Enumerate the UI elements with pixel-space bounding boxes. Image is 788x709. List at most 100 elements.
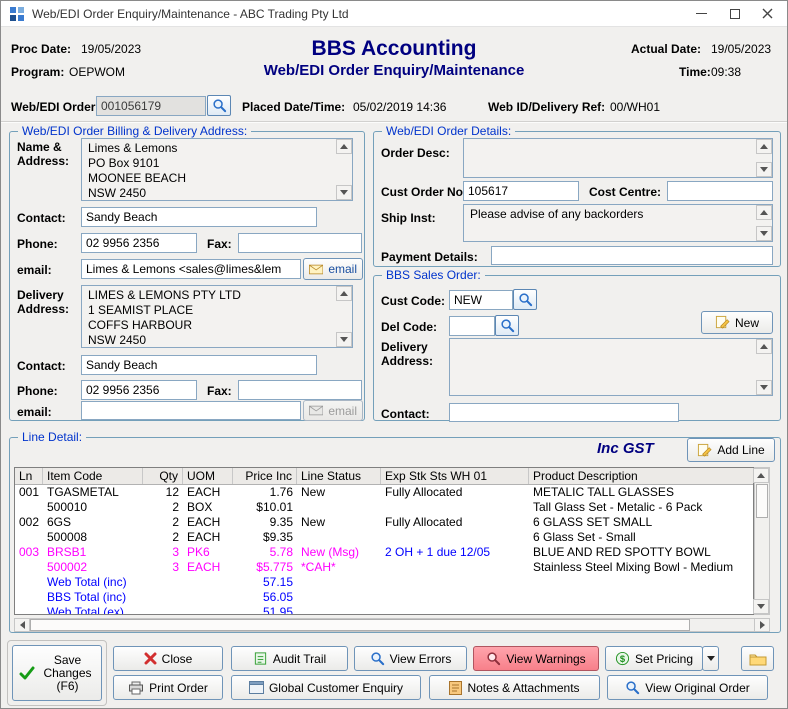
scrollbar-thumb[interactable] [756, 484, 768, 518]
cost-centre-label: Cost Centre: [589, 185, 661, 199]
cust-order-no-input[interactable] [463, 181, 579, 201]
scroll-down-button[interactable] [336, 332, 352, 347]
global-customer-enquiry-label: Global Customer Enquiry [269, 681, 403, 695]
cell-ln [15, 530, 43, 545]
del-code-search-button[interactable] [495, 315, 519, 336]
billing-fax-label: Fax: [207, 237, 232, 251]
save-check-icon [19, 665, 35, 681]
billing-contact-input[interactable] [81, 207, 317, 227]
close-label: Close [162, 652, 193, 666]
billing-address-line: Limes & Lemons [88, 141, 332, 156]
close-button[interactable]: Close [113, 646, 223, 671]
webedi-order-input[interactable] [96, 96, 206, 116]
billing-name-address-box[interactable]: Limes & Lemons PO Box 9101 MOONEE BEACH … [81, 138, 353, 201]
scroll-up-button[interactable] [756, 339, 772, 354]
order-desc-box[interactable] [463, 138, 773, 178]
table-row[interactable]: 001 TGASMETAL 12 EACH 1.76 New Fully All… [15, 485, 753, 500]
billing-contact-label: Contact: [17, 211, 66, 225]
table-row[interactable]: 500008 2 EACH $9.35 6 Glass Set - Small [15, 530, 753, 545]
webid-label: Web ID/Delivery Ref: [488, 100, 605, 114]
billing-phone-input[interactable] [81, 233, 197, 253]
billing-address-line: NSW 2450 [88, 186, 332, 201]
maximize-button[interactable] [719, 1, 751, 26]
scroll-down-button[interactable] [753, 599, 769, 614]
open-folder-button[interactable] [741, 646, 774, 671]
scroll-down-button[interactable] [336, 185, 352, 200]
delivery-email-button[interactable]: email [303, 400, 363, 421]
cell-uom: EACH [183, 560, 233, 575]
view-errors-button[interactable]: View Errors [354, 646, 467, 671]
cell-uom: EACH [183, 485, 233, 500]
save-changes-button[interactable]: Save Changes (F6) [12, 645, 102, 701]
table-row[interactable]: 500010 2 BOX $10.01 Tall Glass Set - Met… [15, 500, 753, 515]
set-pricing-button[interactable]: $ Set Pricing [605, 646, 703, 671]
billing-delivery-address-box[interactable]: LIMES & LEMONS PTY LTD 1 SEAMIST PLACE C… [81, 285, 353, 348]
scroll-right-button[interactable] [754, 619, 769, 631]
table-row[interactable]: 002 6GS 2 EACH 9.35 New Fully Allocated … [15, 515, 753, 530]
scroll-down-button[interactable] [756, 380, 772, 395]
scroll-down-button[interactable] [756, 162, 772, 177]
view-original-order-button[interactable]: View Original Order [607, 675, 768, 700]
table-row-total[interactable]: BBS Total (inc) 56.05 [15, 590, 753, 605]
dollar-icon: $ [615, 651, 630, 666]
table-row[interactable]: 500002 3 EACH $5.775 *CAH* Stainless Ste… [15, 560, 753, 575]
delivery-phone-input[interactable] [81, 380, 197, 400]
so-delivery-address-box[interactable] [449, 338, 773, 396]
close-window-button[interactable] [751, 1, 783, 26]
table-row[interactable]: 003 BRSB1 3 PK6 5.78 New (Msg) 2 OH + 1 … [15, 545, 753, 560]
scroll-up-button[interactable] [336, 139, 352, 154]
new-sales-order-button[interactable]: New [701, 311, 773, 334]
scroll-up-button[interactable] [756, 205, 772, 220]
view-warnings-button[interactable]: View Warnings [473, 646, 599, 671]
so-contact-input[interactable] [449, 403, 679, 422]
cost-centre-input[interactable] [667, 181, 773, 201]
col-header-ln: Ln [15, 468, 43, 484]
notes-attachments-button[interactable]: Notes & Attachments [429, 675, 600, 700]
delivery-fax-input[interactable] [238, 380, 362, 400]
scroll-up-button[interactable] [336, 286, 352, 301]
scroll-up-button[interactable] [756, 139, 772, 154]
table-vertical-scrollbar[interactable] [754, 467, 770, 615]
cell-status [297, 575, 381, 590]
cell-ln [15, 575, 43, 590]
cell-status: New [297, 485, 381, 500]
cell-desc [529, 605, 754, 615]
cell-ln: 003 [15, 545, 43, 560]
order-search-button[interactable] [207, 95, 231, 116]
close-icon [762, 8, 773, 19]
scrollbar-thumb[interactable] [30, 619, 690, 631]
minimize-button[interactable] [685, 1, 717, 26]
page-subtitle: Web/EDI Order Enquiry/Maintenance [1, 62, 787, 79]
del-code-input[interactable] [449, 316, 495, 336]
cell-qty: 2 [143, 500, 183, 515]
billing-email-button[interactable]: email [303, 258, 363, 280]
delivery-contact-input[interactable] [81, 355, 317, 375]
print-order-button[interactable]: Print Order [113, 675, 223, 700]
set-pricing-dropdown[interactable] [702, 646, 719, 671]
table-horizontal-scrollbar[interactable] [14, 618, 770, 632]
cell-total-value: 57.15 [233, 575, 297, 590]
window-title: Web/EDI Order Enquiry/Maintenance - ABC … [32, 7, 349, 21]
table-row-total[interactable]: Web Total (inc) 57.15 [15, 575, 753, 590]
scroll-down-icon [760, 167, 768, 172]
audit-trail-button[interactable]: Audit Trail [231, 646, 348, 671]
billing-email-input[interactable] [81, 259, 301, 279]
cell-item: 500010 [43, 500, 143, 515]
scroll-up-button[interactable] [753, 468, 769, 483]
sales-order-group-title: BBS Sales Order: [382, 268, 485, 282]
ship-inst-box[interactable]: Please advise of any backorders [463, 204, 773, 242]
notes-attachments-label: Notes & Attachments [467, 681, 579, 695]
table-row-total[interactable]: Web Total (ex) 51.95 [15, 605, 753, 615]
scroll-left-button[interactable] [15, 619, 30, 631]
global-customer-enquiry-button[interactable]: Global Customer Enquiry [231, 675, 421, 700]
cust-code-search-button[interactable] [513, 289, 537, 310]
billing-fax-input[interactable] [238, 233, 362, 253]
delivery-email-input[interactable] [81, 401, 301, 420]
col-header-uom: UOM [183, 468, 233, 484]
cell-uom: PK6 [183, 545, 233, 560]
app-icon [9, 6, 25, 22]
add-line-button[interactable]: Add Line [687, 438, 775, 462]
scroll-down-button[interactable] [756, 226, 772, 241]
payment-details-input[interactable] [491, 246, 773, 265]
cust-code-input[interactable] [449, 290, 513, 310]
